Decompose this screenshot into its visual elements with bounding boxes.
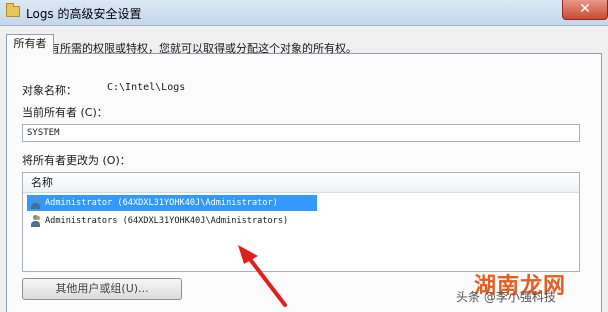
red-arrow-annotation [238,245,287,307]
tab-owner[interactable]: 所有者 [6,34,54,54]
watermark-caption: 头条 @李小强科技 [456,290,556,304]
